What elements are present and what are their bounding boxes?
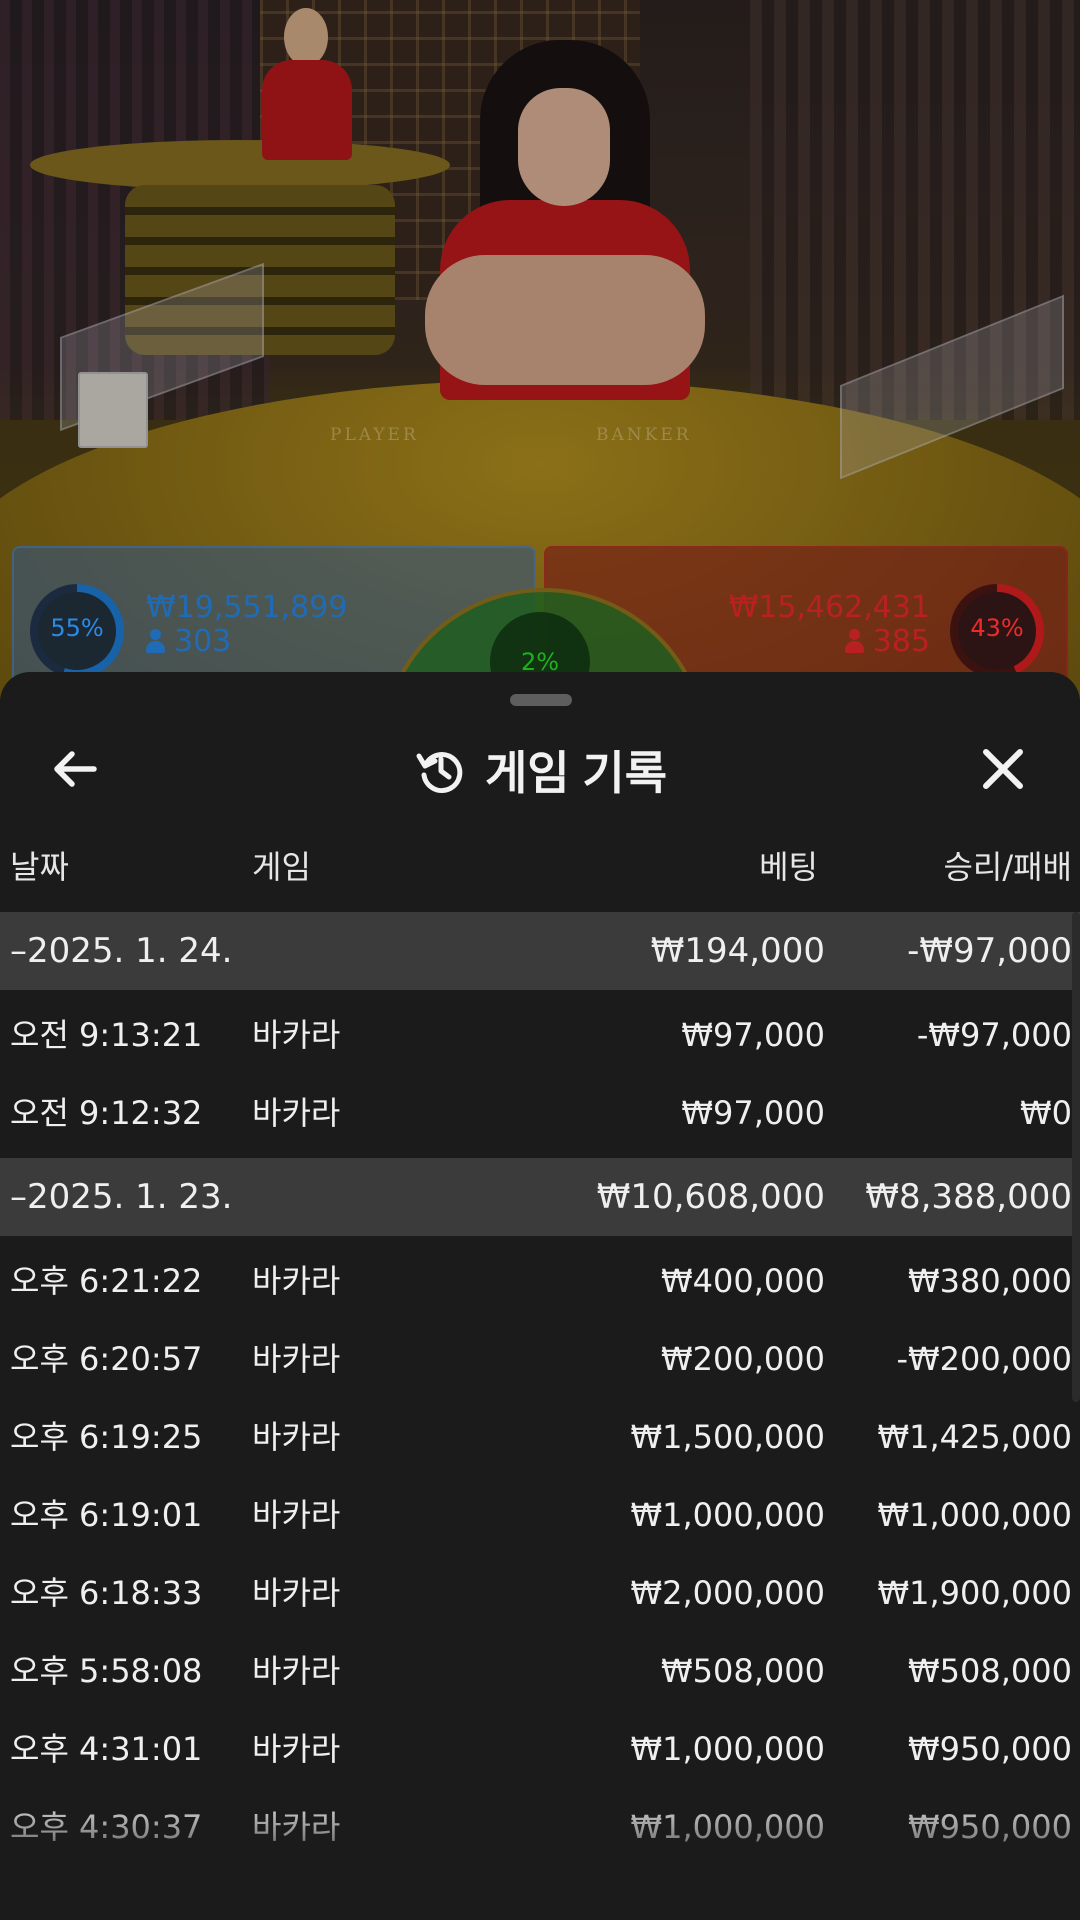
row-result: ₩1,900,000 — [877, 1574, 1073, 1612]
row-game: 바카라 — [252, 1094, 341, 1132]
table-row[interactable]: 오후 4:31:01 바카라 ₩1,000,000 ₩950,000 — [0, 1710, 1080, 1788]
group-date: –2025. 1. 23. — [10, 1177, 233, 1217]
row-bet: ₩508,000 — [661, 1652, 825, 1690]
sheet-header: 게임 기록 — [0, 730, 1080, 810]
table-row[interactable]: 오후 6:19:25 바카라 ₩1,500,000 ₩1,425,000 — [0, 1398, 1080, 1476]
page-title: 게임 기록 — [484, 747, 668, 799]
game-history-sheet: 게임 기록 날짜 게임 베팅 승리/패배 –2025. 1. 24. ₩194,… — [0, 672, 1080, 1920]
row-bet: ₩2,000,000 — [630, 1574, 826, 1612]
row-bet: ₩1,000,000 — [630, 1808, 826, 1846]
row-game: 바카라 — [252, 1730, 341, 1768]
group-bet-total: ₩10,608,000 — [596, 1177, 825, 1217]
group-result-total: ₩8,388,000 — [865, 1177, 1072, 1217]
history-table: –2025. 1. 24. ₩194,000 -₩97,000 오전 9:13:… — [0, 912, 1080, 1866]
row-bet: ₩1,000,000 — [630, 1730, 826, 1768]
table-row[interactable]: 오후 6:18:33 바카라 ₩2,000,000 ₩1,900,000 — [0, 1554, 1080, 1632]
row-game: 바카라 — [252, 1262, 341, 1300]
table-row[interactable]: 오전 9:13:21 바카라 ₩97,000 -₩97,000 — [0, 996, 1080, 1074]
row-game: 바카라 — [252, 1340, 341, 1378]
scrollbar[interactable] — [1072, 912, 1080, 1402]
table-row[interactable]: 오후 6:21:22 바카라 ₩400,000 ₩380,000 — [0, 1242, 1080, 1320]
group-bet-total: ₩194,000 — [650, 931, 825, 971]
group-result-total: -₩97,000 — [907, 931, 1072, 971]
row-result: ₩950,000 — [908, 1808, 1072, 1846]
row-game: 바카라 — [252, 1574, 341, 1612]
column-header-date: 날짜 — [10, 848, 69, 886]
table-row[interactable]: 오후 4:30:37 바카라 ₩1,000,000 ₩950,000 — [0, 1788, 1080, 1866]
row-result: ₩1,425,000 — [877, 1418, 1073, 1456]
row-bet: ₩1,500,000 — [630, 1418, 826, 1456]
row-time: 오전 9:12:32 — [10, 1094, 203, 1132]
row-result: ₩508,000 — [908, 1652, 1072, 1690]
table-row[interactable]: 오전 9:12:32 바카라 ₩97,000 ₩0 — [0, 1074, 1080, 1152]
table-row[interactable]: 오후 6:20:57 바카라 ₩200,000 -₩200,000 — [0, 1320, 1080, 1398]
row-result: ₩0 — [1020, 1094, 1072, 1132]
row-time: 오후 6:19:01 — [10, 1496, 203, 1534]
player-percent: 55% — [50, 614, 104, 642]
row-bet: ₩97,000 — [681, 1094, 825, 1132]
row-time: 오후 6:21:22 — [10, 1262, 203, 1300]
row-result: ₩950,000 — [908, 1730, 1072, 1768]
column-header-result: 승리/패배 — [943, 848, 1072, 886]
row-game: 바카라 — [252, 1496, 341, 1534]
close-icon — [983, 749, 1023, 789]
row-time: 오전 9:13:21 — [10, 1016, 203, 1054]
row-bet: ₩97,000 — [681, 1016, 825, 1054]
row-result: ₩380,000 — [908, 1262, 1072, 1300]
table-row[interactable]: 오후 5:58:08 바카라 ₩508,000 ₩508,000 — [0, 1632, 1080, 1710]
live-video: PLAYER BANKER 2% 55% ₩19,551,899 303 43%… — [0, 0, 1080, 700]
row-game: 바카라 — [252, 1652, 341, 1690]
date-group-row[interactable]: –2025. 1. 23. ₩10,608,000 ₩8,388,000 — [0, 1158, 1080, 1236]
row-game: 바카라 — [252, 1418, 341, 1456]
row-bet: ₩200,000 — [661, 1340, 825, 1378]
row-time: 오후 6:19:25 — [10, 1418, 203, 1456]
history-icon — [416, 752, 463, 794]
banker-percent: 43% — [970, 614, 1024, 642]
row-bet: ₩1,000,000 — [630, 1496, 826, 1534]
dim-overlay — [0, 0, 1080, 700]
column-header-game: 게임 — [252, 848, 311, 886]
row-game: 바카라 — [252, 1808, 341, 1846]
row-bet: ₩400,000 — [661, 1262, 825, 1300]
row-result: -₩200,000 — [896, 1340, 1072, 1378]
row-time: 오후 6:18:33 — [10, 1574, 203, 1612]
date-group-row[interactable]: –2025. 1. 24. ₩194,000 -₩97,000 — [0, 912, 1080, 990]
sheet-drag-handle[interactable] — [510, 694, 572, 706]
row-result: -₩97,000 — [916, 1016, 1072, 1054]
row-time: 오후 4:30:37 — [10, 1808, 203, 1846]
row-time: 오후 5:58:08 — [10, 1652, 203, 1690]
row-time: 오후 4:31:01 — [10, 1730, 203, 1768]
column-header-bet: 베팅 — [759, 848, 818, 886]
group-date: –2025. 1. 24. — [10, 931, 233, 971]
row-time: 오후 6:20:57 — [10, 1340, 203, 1378]
table-row[interactable]: 오후 6:19:01 바카라 ₩1,000,000 ₩1,000,000 — [0, 1476, 1080, 1554]
close-button[interactable] — [968, 734, 1038, 804]
row-game: 바카라 — [252, 1016, 341, 1054]
row-result: ₩1,000,000 — [877, 1496, 1073, 1534]
